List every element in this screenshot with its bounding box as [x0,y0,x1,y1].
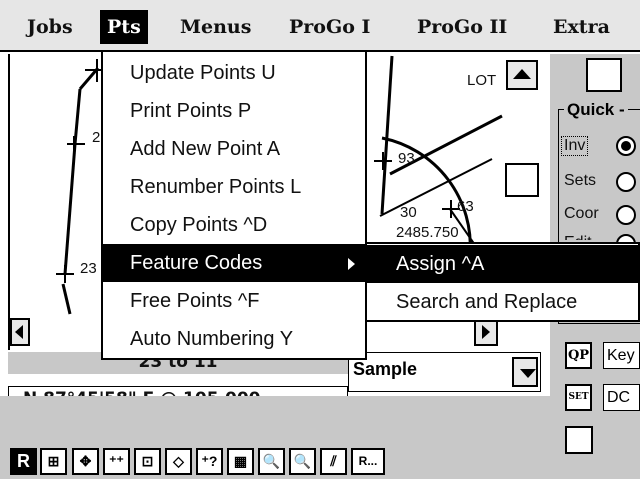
scroll-right-button[interactable] [474,318,498,346]
color-swatch[interactable] [586,58,622,92]
pts-menu: Update Points U Print Points P Add New P… [101,50,367,360]
quick-option-sets[interactable]: Sets [564,172,596,190]
menu-item-search-and-replace[interactable]: Search and Replace [367,283,638,321]
menu-item-feature-codes-label: Feature Codes [130,252,263,274]
menu-item-feature-codes[interactable]: Feature Codes [103,244,365,282]
arrow-right-icon [482,325,490,339]
quick-option-coor[interactable]: Coor [564,205,599,223]
scroll-box[interactable] [505,163,539,197]
radio-coor[interactable] [616,205,636,225]
point-label-23: 23 [80,260,97,277]
quick-option-edit[interactable]: Edit [564,234,592,240]
radio-sets[interactable] [616,172,636,192]
blank-square-button[interactable] [565,426,593,454]
dropdown-button[interactable] [512,357,538,387]
key-field[interactable]: Key [603,342,640,369]
r-button[interactable]: R [10,448,37,475]
line-tool-button[interactable]: ⫽ [320,448,347,475]
menu-item-copy-points[interactable]: Copy Points ^D [103,206,365,244]
zoom-window-button[interactable]: ⊡ [134,448,161,475]
quick-option-inv[interactable]: Inv [561,136,589,156]
menu-item-add-new-point[interactable]: Add New Point A [103,130,365,168]
quick-title: Quick - [564,100,628,120]
menu-menus[interactable]: Menus [173,10,258,44]
arrow-left-icon [15,325,23,339]
submenu-arrow-icon [348,258,355,270]
menu-progo-1[interactable]: ProGo I [282,10,377,44]
r-more-button[interactable]: R... [351,448,385,475]
radio-inv[interactable] [616,136,636,156]
feature-codes-submenu: Assign ^A Search and Replace [365,242,640,322]
menu-item-print-points[interactable]: Print Points P [103,92,365,130]
add-points-button[interactable]: ⁺⁺ [103,448,130,475]
scroll-left-button[interactable] [10,318,30,346]
zoom-out-button[interactable]: 🔍 [289,448,316,475]
menu-progo-2[interactable]: ProGo II [410,10,514,44]
point-label-30: 30 [400,204,417,221]
dc-field[interactable]: DC [603,384,640,411]
lot-label: LOT [467,72,497,89]
menu-item-auto-numbering[interactable]: Auto Numbering Y [103,320,365,358]
query-point-button[interactable]: ⁺? [196,448,223,475]
layer-dropdown[interactable]: Sample [348,352,541,392]
menu-jobs[interactable]: Jobs [20,10,80,44]
tile-view-button[interactable]: ▦ [227,448,254,475]
set-icon[interactable]: SET [565,384,592,411]
menu-bar: Jobs Pts Menus ProGo I ProGo II Extra [0,0,640,52]
zoom-in-button[interactable]: 🔍 [258,448,285,475]
menu-item-free-points[interactable]: Free Points ^F [103,282,365,320]
grid-view-button[interactable]: ⊞ [40,448,67,475]
point-label-2: 2 [92,129,101,146]
arrow-up-icon [513,69,531,79]
menu-item-assign[interactable]: Assign ^A [367,245,638,283]
menu-item-update-points[interactable]: Update Points U [103,54,365,92]
elevation-label: 2485.750 [396,224,459,241]
point-label-93: 93 [398,150,415,167]
menu-pts[interactable]: Pts [100,10,148,44]
menu-item-renumber-points[interactable]: Renumber Points L [103,168,365,206]
qp-icon[interactable]: QP [565,342,592,369]
scroll-up-button[interactable] [506,60,538,90]
zoom-extents-button[interactable]: ◇ [165,448,192,475]
dropdown-value: Sample [353,359,418,379]
menu-extra[interactable]: Extra [546,10,617,44]
chevron-down-icon [520,369,536,378]
pan-button[interactable]: ✥ [72,448,99,475]
point-label-63: 63 [457,198,474,215]
